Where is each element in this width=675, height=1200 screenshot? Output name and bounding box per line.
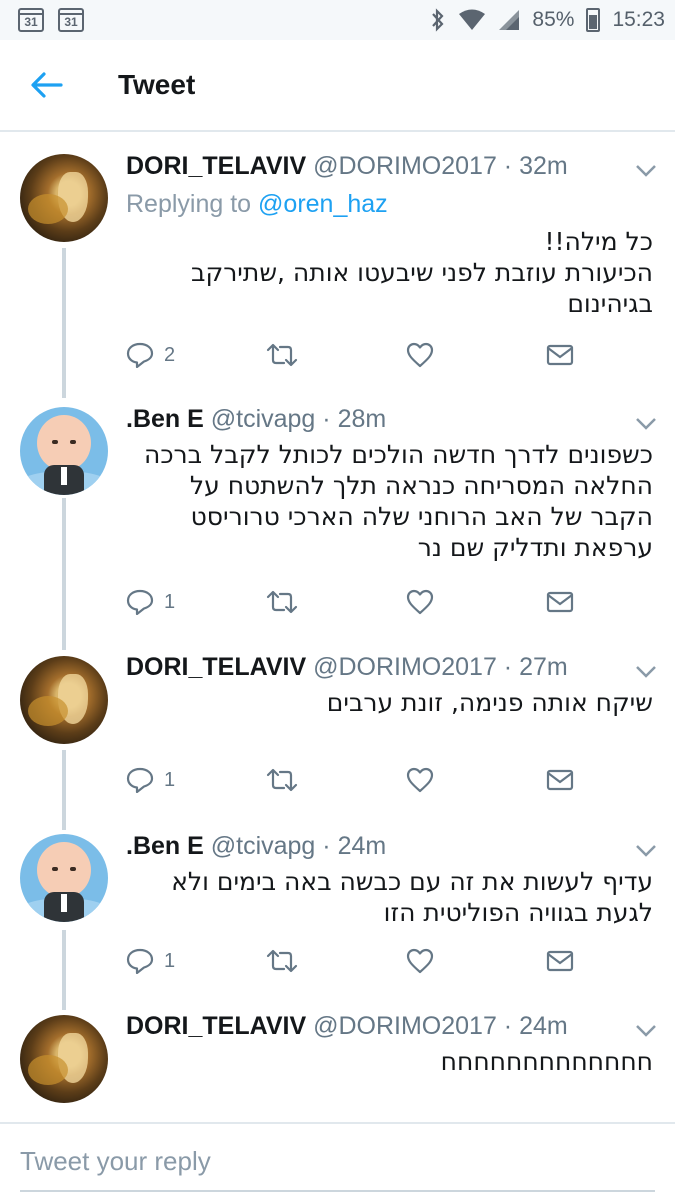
chevron-down-icon[interactable]	[635, 665, 657, 679]
signal-icon	[499, 10, 520, 30]
retweet-icon	[266, 949, 298, 973]
tweet-actions: 1	[126, 587, 596, 617]
reply-composer[interactable]: Tweet your reply	[0, 1122, 675, 1200]
reply-icon	[126, 948, 154, 974]
author-name[interactable]: DORI_TELAVIV	[126, 1012, 306, 1040]
calendar-icon: 31	[58, 8, 84, 32]
tweet-header: .Ben E @tcivapg · 28m	[126, 405, 387, 433]
replying-to: Replying to @oren_haz	[126, 190, 388, 218]
author-handle[interactable]: @DORIMO2017	[313, 653, 497, 681]
tweet-header: .Ben E @tcivapg · 24m	[126, 832, 387, 860]
heart-icon	[406, 948, 434, 974]
like-button[interactable]	[406, 948, 546, 974]
reply-count: 1	[164, 768, 176, 791]
envelope-icon	[546, 950, 574, 972]
tweet[interactable]: .Ben E @tcivapg · 24m עדיף לעשות את זה ע…	[0, 822, 675, 1002]
author-name[interactable]: DORI_TELAVIV	[126, 653, 306, 681]
tweet[interactable]: DORI_TELAVIV @DORIMO2017 · 24m חחחחחחחחח…	[0, 1002, 675, 1120]
chevron-down-icon[interactable]	[635, 164, 657, 178]
author-handle[interactable]: @tcivapg	[211, 832, 316, 860]
retweet-button[interactable]	[266, 590, 406, 614]
envelope-icon	[546, 591, 574, 613]
chevron-down-icon[interactable]	[635, 844, 657, 858]
back-button[interactable]	[22, 60, 72, 110]
app-header: Tweet	[0, 40, 675, 132]
status-bar: 31 31 85% 15:23	[0, 0, 675, 40]
chevron-down-icon[interactable]	[635, 417, 657, 431]
tweet-actions: 1	[126, 946, 596, 976]
tweet-text: שיקח אותה פנימה, זונת ערבים	[326, 688, 653, 717]
chevron-down-icon[interactable]	[635, 1024, 657, 1038]
tweet-header: DORI_TELAVIV @DORIMO2017 · 32m	[126, 152, 568, 180]
clock: 15:23	[612, 8, 665, 31]
reply-count: 1	[164, 590, 176, 613]
tweet-header: DORI_TELAVIV @DORIMO2017 · 24m	[126, 1012, 568, 1040]
retweet-button[interactable]	[266, 768, 406, 792]
tweet-time: 24m	[519, 1012, 568, 1040]
author-name[interactable]: DORI_TELAVIV	[126, 152, 306, 180]
author-handle[interactable]: @DORIMO2017	[313, 152, 497, 180]
heart-icon	[406, 767, 434, 793]
dm-button[interactable]	[546, 950, 574, 972]
retweet-icon	[266, 343, 298, 367]
reply-input[interactable]: Tweet your reply	[20, 1146, 211, 1177]
author-name[interactable]: .Ben E	[126, 832, 204, 860]
reply-count: 2	[164, 343, 176, 366]
reply-icon	[126, 589, 154, 615]
tweet[interactable]: DORI_TELAVIV @DORIMO2017 · 32m Replying …	[0, 140, 675, 390]
tweet-text: חחחחחחחחחחחחח	[440, 1047, 653, 1076]
reply-button[interactable]: 1	[126, 948, 266, 974]
reply-button[interactable]: 2	[126, 342, 266, 368]
wifi-icon	[459, 9, 486, 30]
calendar-icon: 31	[18, 8, 44, 32]
avatar[interactable]	[20, 407, 108, 495]
author-handle[interactable]: @DORIMO2017	[313, 1012, 497, 1040]
tweet[interactable]: .Ben E @tcivapg · 28m כשפונים לדרך חדשה …	[0, 395, 675, 645]
input-underline	[20, 1190, 655, 1192]
envelope-icon	[546, 769, 574, 791]
back-arrow-icon	[31, 72, 63, 98]
mention-link[interactable]: @oren_haz	[258, 190, 388, 218]
tweet-text: עדיף לעשות את זה עם כבשה באה בימים ולא ל…	[171, 867, 653, 927]
avatar[interactable]	[20, 834, 108, 922]
tweet-text: כשפונים לדרך חדשה הולכים לכותל לקבל ברכה…	[143, 440, 653, 562]
reply-icon	[126, 342, 154, 368]
tweet-header: DORI_TELAVIV @DORIMO2017 · 27m	[126, 653, 568, 681]
dm-button[interactable]	[546, 344, 574, 366]
author-name[interactable]: .Ben E	[126, 405, 204, 433]
dm-button[interactable]	[546, 769, 574, 791]
like-button[interactable]	[406, 767, 546, 793]
tweet-text: כל מילה!! הכיעורת עוזבת לפני שיבעטו אותה…	[191, 227, 653, 318]
retweet-icon	[266, 768, 298, 792]
bluetooth-icon	[432, 8, 444, 32]
reply-button[interactable]: 1	[126, 589, 266, 615]
avatar[interactable]	[20, 154, 108, 242]
reply-icon	[126, 767, 154, 793]
like-button[interactable]	[406, 589, 546, 615]
tweet-actions: 2	[126, 340, 596, 370]
author-handle[interactable]: @tcivapg	[211, 405, 316, 433]
battery-icon	[586, 8, 601, 32]
tweet-time: 32m	[519, 152, 568, 180]
battery-percent: 85%	[532, 8, 575, 31]
avatar[interactable]	[20, 656, 108, 744]
tweet-time: 24m	[337, 832, 387, 860]
retweet-icon	[266, 590, 298, 614]
tweet-time: 28m	[337, 405, 387, 433]
tweet[interactable]: DORI_TELAVIV @DORIMO2017 · 27m שיקח אותה…	[0, 643, 675, 813]
heart-icon	[406, 342, 434, 368]
retweet-button[interactable]	[266, 343, 406, 367]
reply-count: 1	[164, 949, 176, 972]
reply-button[interactable]: 1	[126, 767, 266, 793]
heart-icon	[406, 589, 434, 615]
envelope-icon	[546, 344, 574, 366]
page-title: Tweet	[118, 69, 196, 100]
retweet-button[interactable]	[266, 949, 406, 973]
tweet-actions: 1	[126, 765, 596, 795]
avatar[interactable]	[20, 1015, 108, 1103]
like-button[interactable]	[406, 342, 546, 368]
tweet-time: 27m	[519, 653, 568, 681]
dm-button[interactable]	[546, 591, 574, 613]
